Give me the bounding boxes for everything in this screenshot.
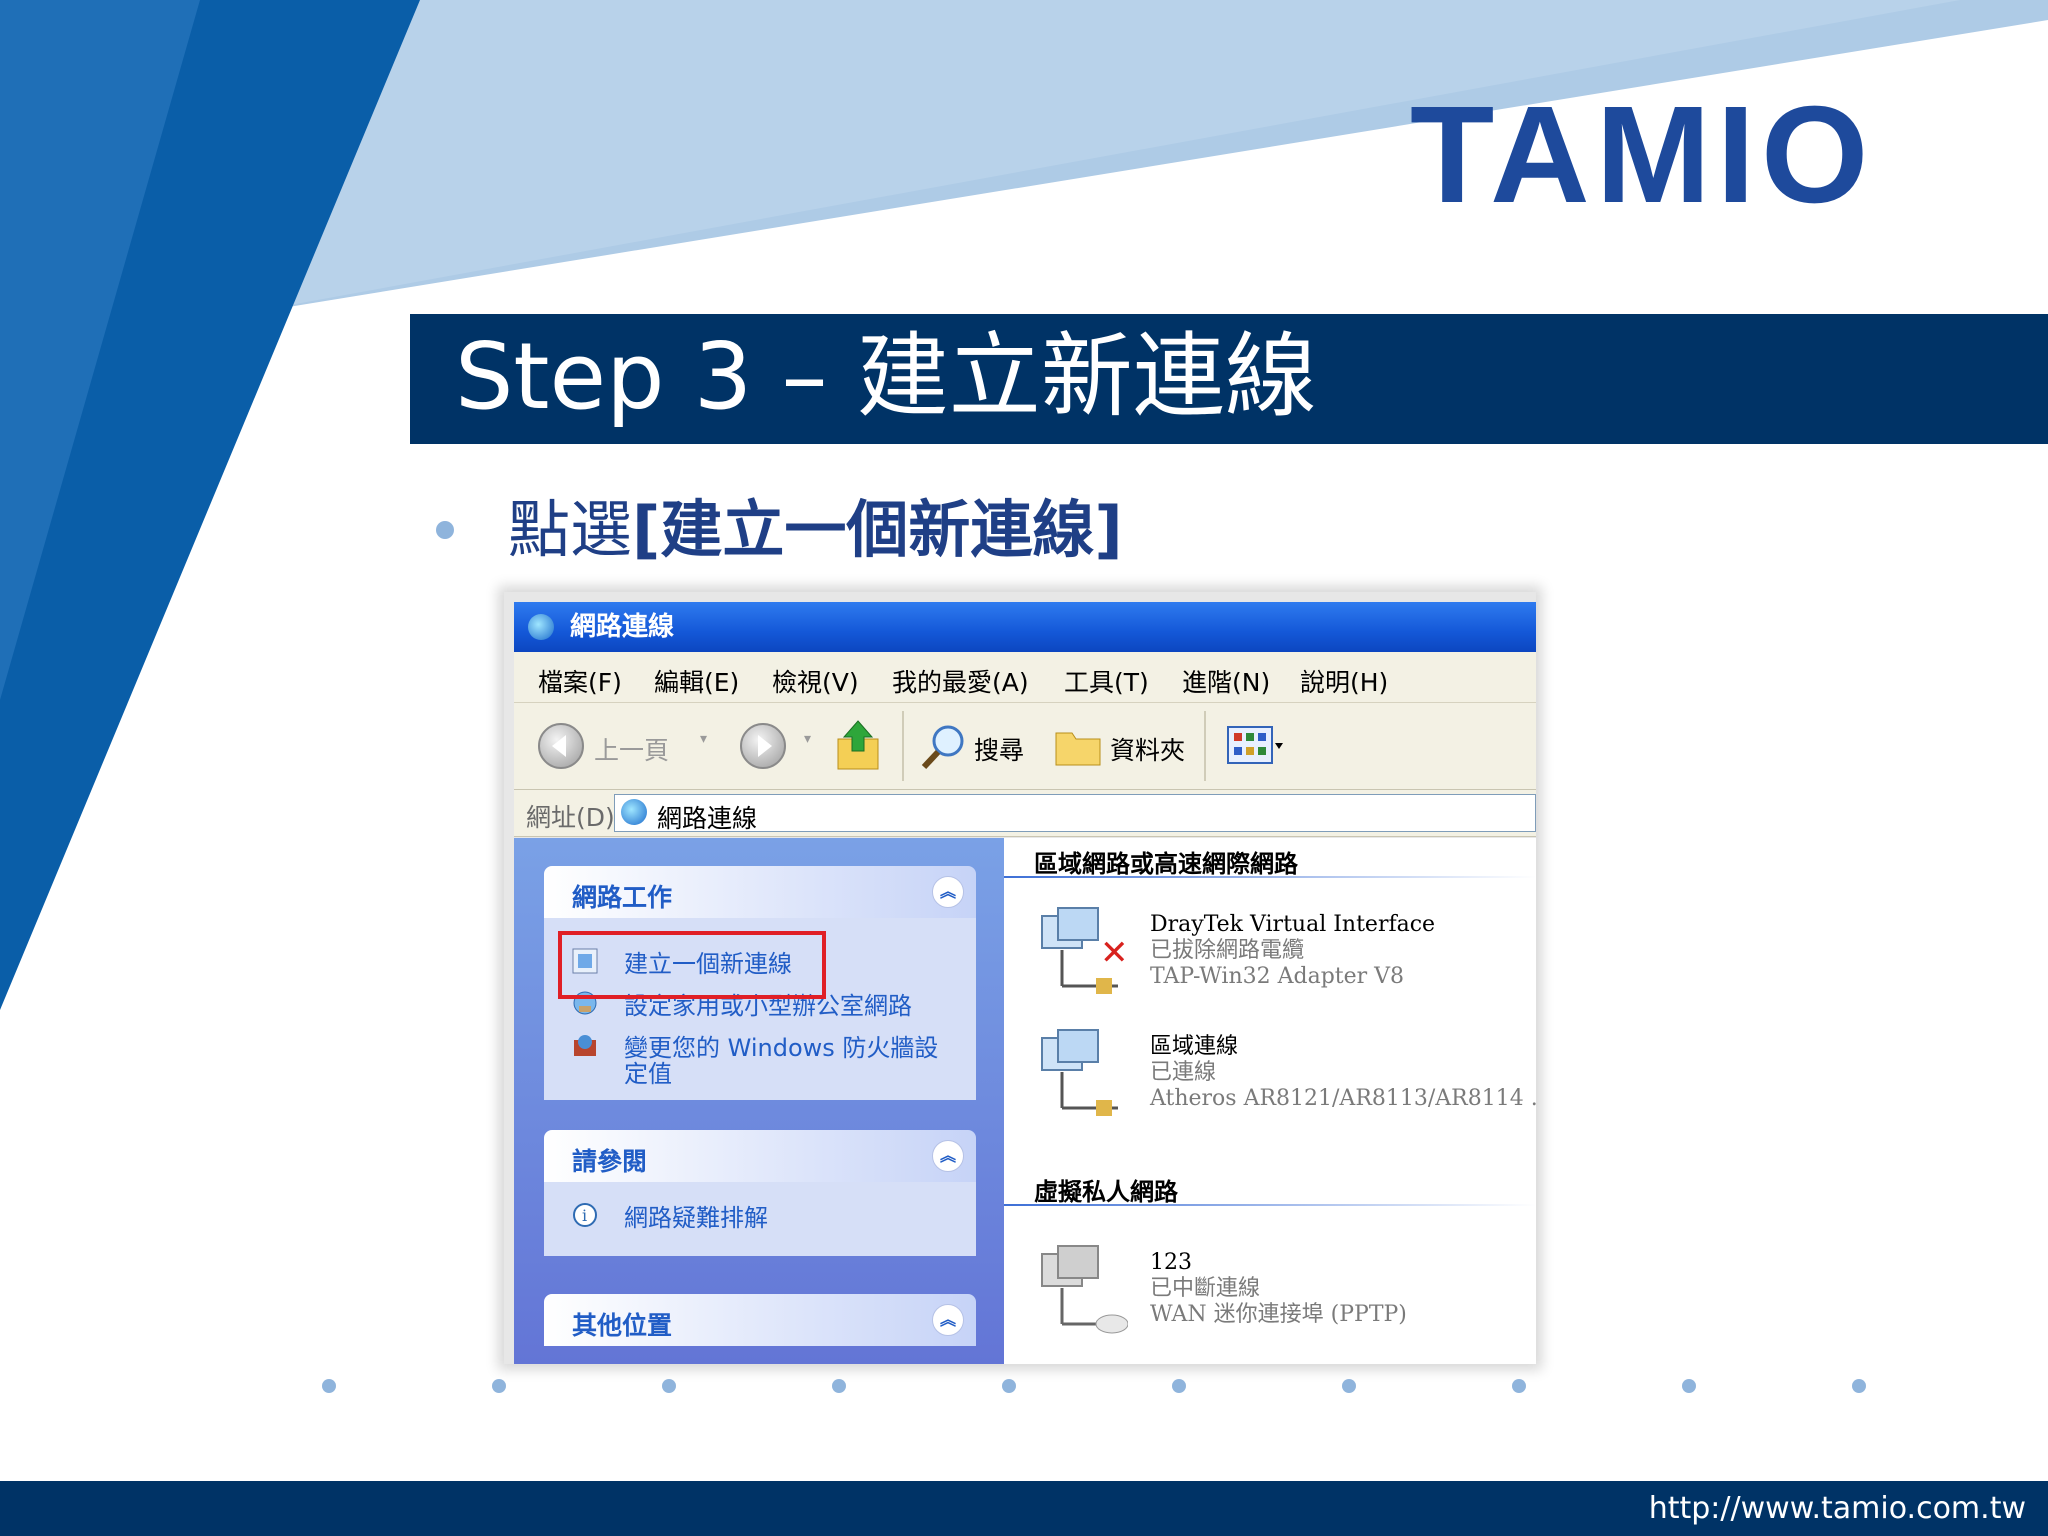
connection-status: 已拔除網路電纜 [1150, 938, 1305, 963]
info-icon: i [573, 1203, 597, 1227]
bullet-dot [436, 521, 454, 539]
divider-dot [1172, 1379, 1186, 1393]
window-title: 網路連線 [570, 612, 675, 642]
bullet-prefix: 點選 [508, 493, 633, 566]
footer-url[interactable]: http://www.tamio.com.tw [1649, 1487, 2026, 1531]
connection-name: 區域連線 [1150, 1034, 1239, 1059]
menu-view[interactable]: 檢視(V) [772, 663, 859, 699]
tamio-logo: TAMIO [1410, 78, 1875, 232]
svg-text:i: i [582, 1206, 587, 1225]
bullet-emphasis: [建立一個新連線] [632, 493, 1123, 566]
network-connected-icon [1041, 1029, 1118, 1116]
connection-device: Atheros AR8121/AR8113/AR8114 ... [1150, 1086, 1536, 1111]
window-titlebar[interactable]: 網路連線 [514, 602, 1536, 652]
network-tasks-header[interactable]: 網路工作 ︽ [544, 866, 976, 918]
back-arrow-icon[interactable] [538, 723, 584, 769]
back-dropdown-icon[interactable]: ▾ [700, 731, 707, 747]
divider-dot [492, 1379, 506, 1393]
network-globe-icon [621, 799, 647, 825]
search-button-label[interactable]: 搜尋 [974, 731, 1024, 767]
slide-title: Step 3 – 建立新連線 [455, 323, 1317, 430]
bullet-text: 點選[建立一個新連線] [508, 492, 1123, 568]
divider-dot [1342, 1379, 1356, 1393]
collapse-chevron-icon[interactable]: ︽ [932, 876, 964, 908]
task-network-troubleshooter[interactable]: 網路疑難排解 [624, 1198, 768, 1233]
folders-icon[interactable] [1054, 723, 1104, 769]
network-disconnected-icon: ✕ [1041, 907, 1128, 994]
search-icon[interactable] [918, 721, 968, 771]
view-options-icon[interactable] [1226, 725, 1284, 767]
toolbar-separator [1204, 711, 1206, 781]
collapse-chevron-icon[interactable]: ︽ [932, 1304, 964, 1336]
group-header-lan: 區域網路或高速網際網路 [1034, 850, 1298, 878]
task-change-firewall-settings-cont[interactable]: 定值 [624, 1054, 672, 1089]
menu-file[interactable]: 檔案(F) [538, 663, 622, 699]
connections-list: 區域網路或高速網際網路 ✕ DrayTek Virtual Interface … [1004, 838, 1536, 1364]
menu-favorites[interactable]: 我的最愛(A) [892, 663, 1029, 699]
divider-dot [662, 1379, 676, 1393]
forward-arrow-icon[interactable] [740, 723, 786, 769]
toolbar-separator [902, 711, 904, 781]
network-connections-icon [528, 614, 554, 640]
other-places-title: 其他位置 [572, 1311, 673, 1340]
divider-dot [832, 1379, 846, 1393]
divider-dot [1512, 1379, 1526, 1393]
other-places-header[interactable]: 其他位置 ︽ [544, 1294, 976, 1346]
back-button-label[interactable]: 上一頁 [594, 731, 669, 767]
toolbar: 上一頁 ▾ ▾ 搜尋 資料夾 [514, 703, 1536, 790]
up-folder-icon[interactable] [834, 719, 884, 773]
group-divider [1004, 1204, 1536, 1206]
see-also-header[interactable]: 請參閱 ︽ [544, 1130, 976, 1182]
divider-dot [1852, 1379, 1866, 1393]
connection-name: DrayTek Virtual Interface [1150, 912, 1436, 937]
divider-dot [1682, 1379, 1696, 1393]
menu-advanced[interactable]: 進階(N) [1182, 663, 1270, 699]
highlight-box [558, 931, 826, 999]
divider-dot [322, 1379, 336, 1393]
connection-item[interactable]: DrayTek Virtual Interface 已拔除網路電纜 TAP-Wi… [1150, 912, 1435, 990]
address-field[interactable]: 網路連線 [614, 794, 1536, 833]
group-header-vpn: 虛擬私人網路 [1034, 1178, 1178, 1206]
network-tasks-title: 網路工作 [572, 883, 673, 912]
address-value: 網路連線 [657, 804, 758, 833]
see-also-body: i 網路疑難排解 [544, 1182, 976, 1256]
connection-device: WAN 迷你連接埠 (PPTP) [1150, 1302, 1407, 1327]
see-also-title: 請參閱 [572, 1147, 648, 1176]
menu-edit[interactable]: 編輯(E) [654, 663, 739, 699]
svg-text:✕: ✕ [1100, 933, 1128, 973]
collapse-chevron-icon[interactable]: ︽ [932, 1140, 964, 1172]
address-bar: 網址(D) 網路連線 [514, 790, 1536, 837]
connection-item[interactable]: 123 已中斷連線 WAN 迷你連接埠 (PPTP) [1150, 1250, 1407, 1328]
connection-status: 已連線 [1150, 1060, 1217, 1085]
menu-bar: 檔案(F) 編輯(E) 檢視(V) 我的最愛(A) 工具(T) 進階(N) 說明… [514, 652, 1536, 703]
folders-button-label[interactable]: 資料夾 [1110, 731, 1185, 767]
address-label: 網址(D) [526, 803, 615, 832]
menu-help[interactable]: 說明(H) [1300, 663, 1388, 699]
forward-dropdown-icon[interactable]: ▾ [804, 731, 811, 747]
connection-device: TAP-Win32 Adapter V8 [1150, 964, 1405, 989]
connection-status: 已中斷連線 [1150, 1276, 1261, 1301]
divider-dot [1002, 1379, 1016, 1393]
task-pane: 網路工作 ︽ 建立一個新連線 設定家用或小型辦公室網路 變更您的 Windows… [514, 838, 1004, 1364]
group-divider [1004, 876, 1536, 878]
menu-tools[interactable]: 工具(T) [1064, 663, 1149, 699]
firewall-icon [574, 1035, 596, 1056]
connection-name: 123 [1150, 1250, 1192, 1275]
connection-item[interactable]: 區域連線 已連線 Atheros AR8121/AR8113/AR8114 ..… [1150, 1034, 1536, 1112]
vpn-icon [1041, 1245, 1128, 1334]
